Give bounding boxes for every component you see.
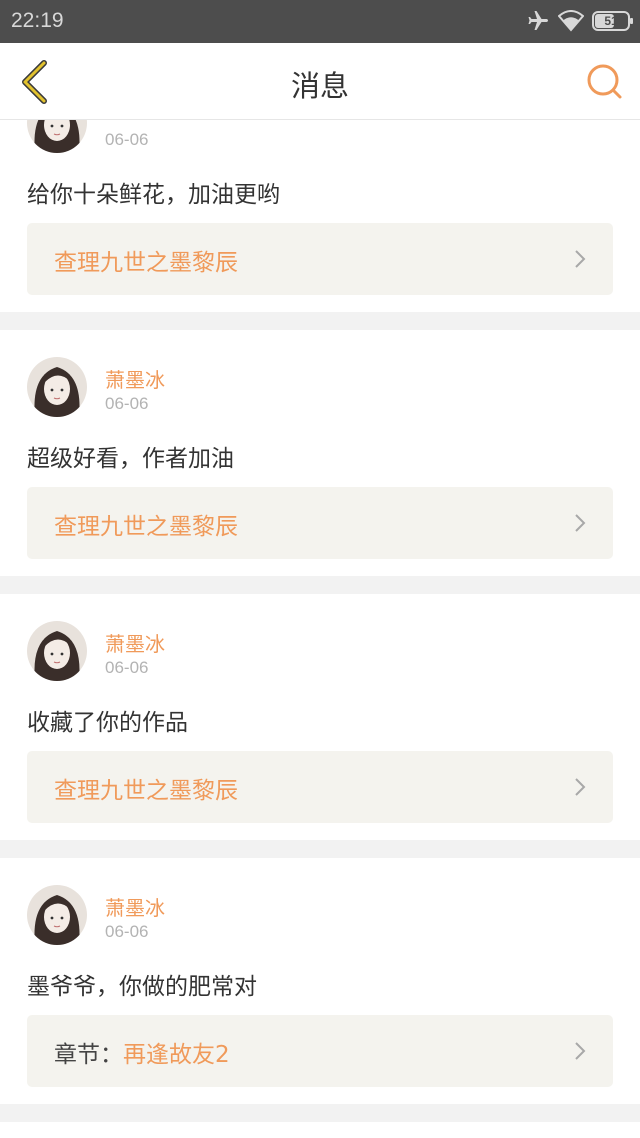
message-card: 06-06 给你十朵鲜花，加油更哟 查理九世之墨黎辰 (0, 120, 640, 312)
username[interactable]: 萧墨冰 (105, 364, 165, 393)
wifi-icon (558, 10, 584, 32)
chevron-right-icon (575, 1042, 586, 1060)
avatar[interactable] (27, 621, 87, 681)
comment-text: 收藏了你的作品 (27, 710, 188, 736)
comment-text: 给你十朵鲜花，加油更哟 (27, 182, 280, 208)
work-link-label: 查理九世之墨黎辰 (54, 250, 238, 276)
chapter-link-label: 章节：再逢故友2 (54, 1042, 230, 1068)
avatar[interactable] (27, 357, 87, 417)
avatar[interactable] (27, 885, 87, 945)
chapter-link[interactable]: 章节：再逢故友2 (27, 1015, 613, 1087)
message-card: 萧墨冰 06-06 墨爷爷，你做的肥常对 章节：再逢故友2 (0, 858, 640, 1104)
work-link-label: 查理九世之墨黎辰 (54, 514, 238, 540)
status-icons: 51 (526, 9, 633, 33)
battery-level: 51 (604, 14, 618, 28)
airplane-icon (528, 11, 548, 30)
message-date: 06-06 (105, 130, 149, 149)
search-icon[interactable] (586, 63, 624, 101)
work-link-label: 查理九世之墨黎辰 (54, 778, 238, 804)
chevron-right-icon (575, 514, 586, 532)
chevron-right-icon (575, 778, 586, 796)
message-card: 萧墨冰 06-06 收藏了你的作品 查理九世之墨黎辰 (0, 594, 640, 840)
work-link[interactable]: 查理九世之墨黎辰 (27, 487, 613, 559)
work-link[interactable]: 查理九世之墨黎辰 (27, 223, 613, 295)
work-link[interactable]: 查理九世之墨黎辰 (27, 751, 613, 823)
message-date: 06-06 (105, 922, 149, 941)
message-date: 06-06 (105, 658, 149, 677)
username[interactable]: 萧墨冰 (105, 892, 165, 921)
battery-icon: 51 (592, 11, 633, 31)
comment-text: 超级好看，作者加油 (27, 446, 234, 472)
nav-bar: 消息 (0, 43, 640, 120)
chevron-right-icon (575, 250, 586, 268)
status-time: 22:19 (11, 9, 64, 32)
message-feed[interactable]: 06-06 给你十朵鲜花，加油更哟 查理九世之墨黎辰 萧墨冰 06-06 超级好… (0, 120, 640, 1138)
status-bar: 22:19 51 (0, 0, 640, 43)
username[interactable]: 萧墨冰 (105, 628, 165, 657)
page-title: 消息 (290, 69, 349, 103)
avatar[interactable] (27, 120, 87, 153)
message-date: 06-06 (105, 394, 149, 413)
comment-text: 墨爷爷，你做的肥常对 (27, 974, 257, 1000)
message-card (0, 1122, 640, 1138)
message-card: 萧墨冰 06-06 超级好看，作者加油 查理九世之墨黎辰 (0, 330, 640, 576)
